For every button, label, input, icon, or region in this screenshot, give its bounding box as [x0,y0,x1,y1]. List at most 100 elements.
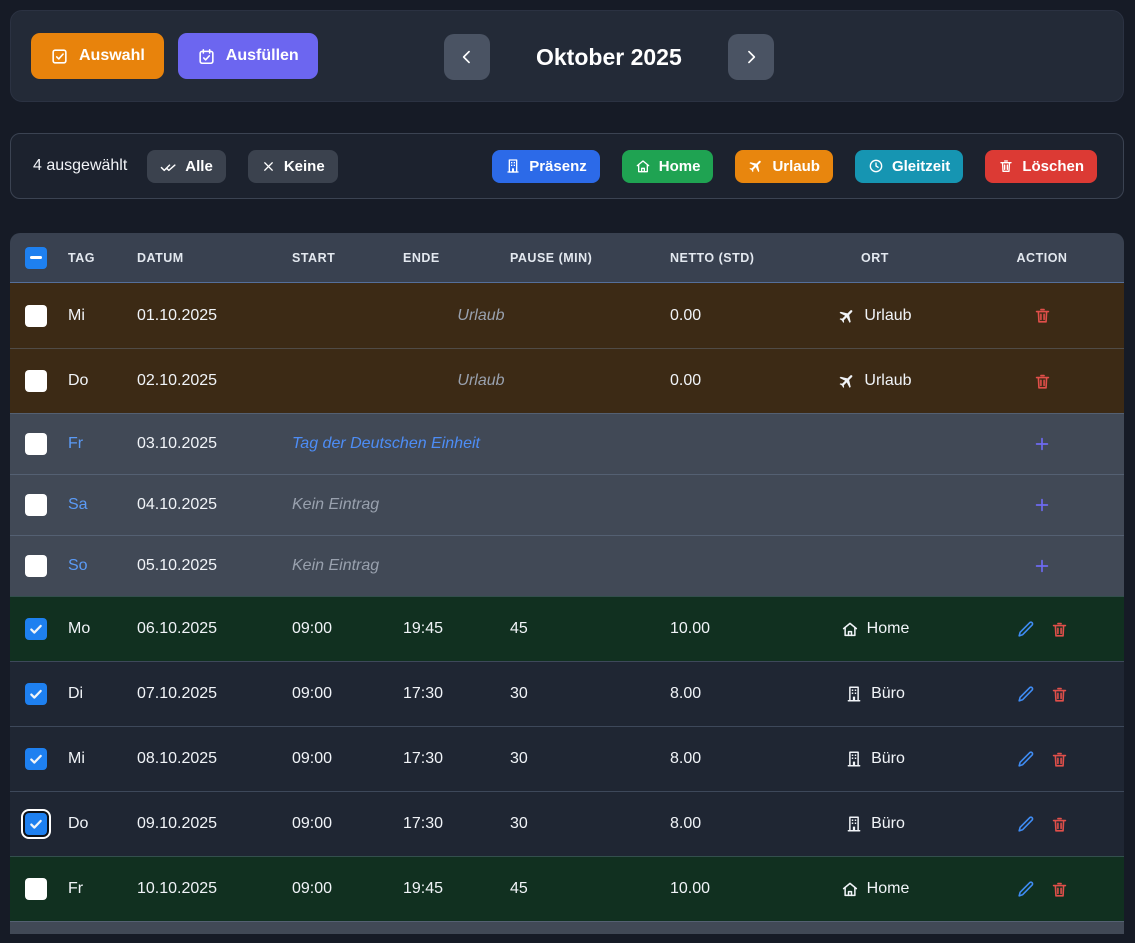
trash-icon [1033,372,1052,391]
edit-button[interactable] [1016,685,1035,704]
select-all-checkbox[interactable] [25,247,47,269]
day-label: Di [68,685,137,703]
row-checkbox[interactable] [25,555,47,577]
netto-hours: 10.00 [670,620,790,638]
ort-label: Büro [871,750,905,768]
delete-button[interactable] [1050,685,1069,704]
netto-hours: 0.00 [670,307,790,325]
add-entry-button[interactable] [1032,556,1052,576]
delete-button[interactable] [1050,620,1069,639]
row-checkbox[interactable] [25,305,47,327]
table-row: Do09.10.202509:0017:30308.00Büro [10,791,1124,856]
auswahl-button[interactable]: Auswahl [31,33,164,79]
bulk-gleitzeit-button[interactable]: Gleitzeit [855,150,963,183]
check-icon [28,751,44,767]
select-none-button[interactable]: Keine [248,150,338,183]
ort-cell: Büro [790,750,960,768]
ort-cell: Büro [790,685,960,703]
netto-hours: 8.00 [670,750,790,768]
start-time: 09:00 [292,620,403,638]
row-checkbox[interactable] [25,683,47,705]
delete-button[interactable] [1050,815,1069,834]
bulk-action-buttons: Präsenz Home Urlaub Gleitzeit Löschen [492,150,1097,183]
row-checkbox[interactable] [25,748,47,770]
row-actions [960,556,1124,576]
delete-button[interactable] [1050,750,1069,769]
bulk-home-button[interactable]: Home [622,150,714,183]
month-navigation: Oktober 2025 [444,34,774,80]
next-month-button[interactable] [728,34,774,80]
day-label: Mo [68,620,137,638]
edit-button[interactable] [1016,880,1035,899]
bulk-urlaub-button[interactable]: Urlaub [735,150,833,183]
select-all-button[interactable]: Alle [147,150,226,183]
building-icon [845,815,863,833]
delete-button[interactable] [1050,880,1069,899]
calendar-check-icon [197,47,216,66]
trash-icon [1050,750,1069,769]
row-checkbox-cell [10,878,68,900]
row-checkbox-cell [10,683,68,705]
row-checkbox-cell [10,555,68,577]
pencil-icon [1016,815,1035,834]
row-checkbox-cell [10,748,68,770]
plane-icon [838,372,856,390]
trash-icon [1050,620,1069,639]
prev-month-button[interactable] [444,34,490,80]
row-checkbox[interactable] [25,370,47,392]
delete-button[interactable] [1033,306,1052,325]
chevron-right-icon [741,47,761,67]
trash-icon [998,158,1014,174]
day-label: Do [68,372,137,390]
row-checkbox[interactable] [25,433,47,455]
bulk-praesenz-button[interactable]: Präsenz [492,150,600,183]
ort-label: Urlaub [864,307,911,325]
select-none-label: Keine [284,158,325,175]
netto-hours: 8.00 [670,685,790,703]
edit-button[interactable] [1016,620,1035,639]
date-label: 02.10.2025 [137,372,292,390]
bulk-urlaub-label: Urlaub [772,158,820,175]
bulk-loeschen-button[interactable]: Löschen [985,150,1097,183]
row-actions [960,495,1124,515]
check-icon [28,621,44,637]
vacation-note: Urlaub [292,372,670,390]
table-header: TAG DATUM START ENDE PAUSE (MIN) NETTO (… [10,233,1124,283]
check-icon [28,816,44,832]
pause-minutes: 30 [510,685,670,703]
x-icon [261,159,276,174]
row-checkbox-cell [10,370,68,392]
pause-minutes: 30 [510,815,670,833]
row-actions [960,372,1124,391]
pause-minutes: 45 [510,620,670,638]
row-checkbox[interactable] [25,878,47,900]
row-checkbox[interactable] [25,813,47,835]
table-row: Sa04.10.2025Kein Eintrag [10,474,1124,535]
ausfuellen-button[interactable]: Ausfüllen [178,33,318,79]
building-icon [845,685,863,703]
ort-cell: Urlaub [790,307,960,325]
add-entry-button[interactable] [1032,495,1052,515]
column-header-ende: ENDE [403,251,510,265]
bulk-gleitzeit-label: Gleitzeit [892,158,950,175]
delete-button[interactable] [1033,372,1052,391]
date-label: 09.10.2025 [137,815,292,833]
start-time: 09:00 [292,750,403,768]
end-time: 17:30 [403,685,510,703]
row-checkbox[interactable] [25,618,47,640]
calendar-check-icon [197,47,216,66]
vacation-note: Urlaub [292,307,670,325]
edit-button[interactable] [1016,750,1035,769]
column-header-action: ACTION [960,251,1124,265]
day-label: Fr [68,880,137,898]
no-entry-label: Kein Eintrag [292,496,790,514]
row-checkbox[interactable] [25,494,47,516]
house-icon [841,880,859,898]
auswahl-button-label: Auswahl [79,47,145,65]
plane-icon [748,158,764,174]
day-label: Sa [68,496,137,514]
chevron-right-icon [741,47,761,67]
edit-button[interactable] [1016,815,1035,834]
add-entry-button[interactable] [1032,434,1052,454]
row-actions [960,880,1124,899]
